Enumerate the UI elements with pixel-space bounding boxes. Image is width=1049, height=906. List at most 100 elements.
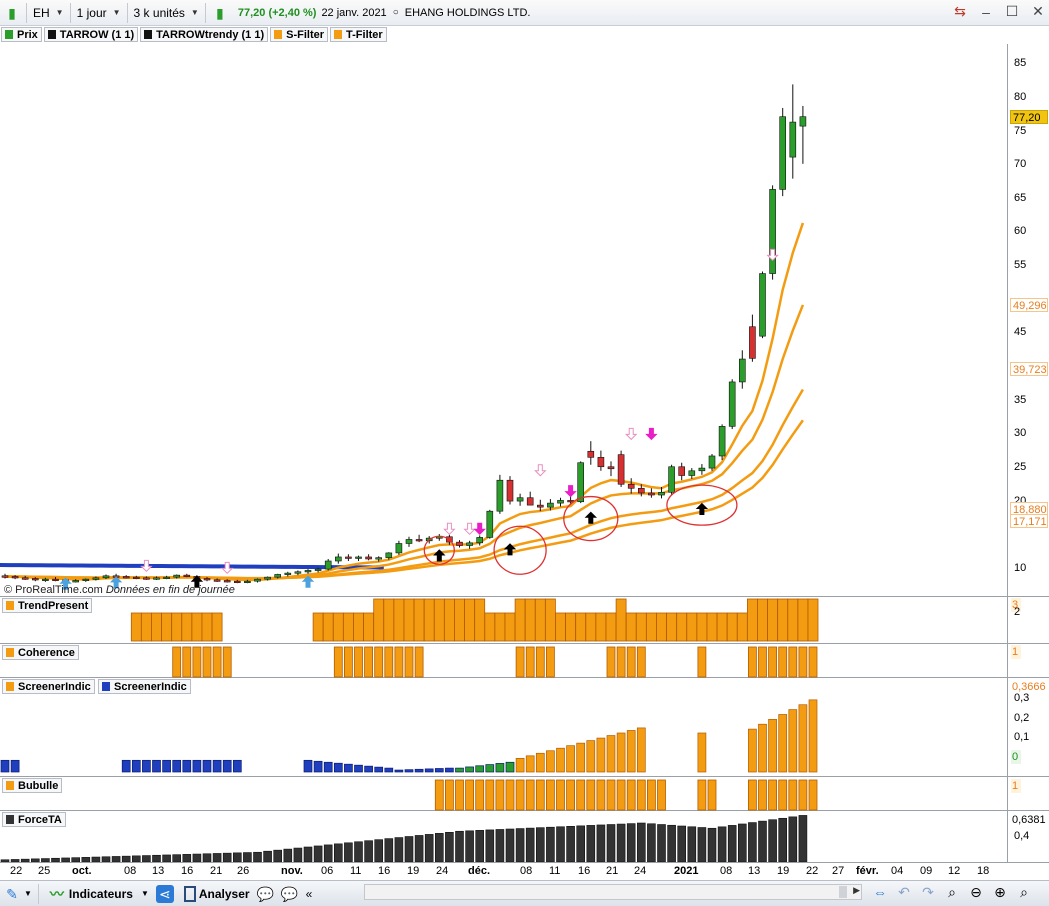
time-tick: 08 bbox=[124, 865, 137, 877]
fit-icon[interactable]: ⇔ bbox=[871, 883, 889, 901]
trendpresent-bar bbox=[140, 612, 152, 642]
forceta-bar bbox=[51, 857, 60, 862]
screener-bar bbox=[525, 755, 535, 773]
window-controls: ⇆ – ☐ ✕ bbox=[953, 3, 1045, 20]
analyse-button[interactable]: Analyser bbox=[177, 883, 254, 905]
forceta-bar bbox=[192, 853, 202, 862]
candle-body bbox=[355, 556, 362, 559]
screener-bar bbox=[586, 740, 596, 773]
price-chart-svg[interactable] bbox=[0, 44, 1007, 596]
scroll-right-icon[interactable]: ▶ bbox=[853, 885, 860, 896]
screener-bar bbox=[222, 759, 232, 773]
chat2-icon[interactable]: 💬 bbox=[281, 885, 299, 903]
symbol-dropdown[interactable]: EH ▼ bbox=[29, 3, 68, 23]
share-icon[interactable]: ⋖ bbox=[155, 884, 174, 903]
chevron-down-icon[interactable]: ▼ bbox=[24, 889, 32, 898]
down-arrow-icon bbox=[443, 522, 456, 536]
redo-icon[interactable]: ↷ bbox=[919, 883, 937, 901]
candle-body bbox=[587, 450, 595, 458]
time-tick: 19 bbox=[777, 865, 790, 877]
indicator-label-coherence[interactable]: Coherence bbox=[2, 645, 79, 660]
scroll-left-icon[interactable]: « bbox=[306, 887, 313, 901]
legend-item[interactable]: S-Filter bbox=[270, 27, 329, 42]
chevron-down-icon[interactable]: ▼ bbox=[141, 889, 149, 898]
zoom-area-icon[interactable]: ⌕ bbox=[943, 883, 961, 901]
bubulle-bar bbox=[596, 779, 606, 811]
zoom-out-icon[interactable]: ⊖ bbox=[967, 883, 985, 901]
indicator-label-forceta[interactable]: ForceTA bbox=[2, 812, 66, 827]
candle-body bbox=[536, 504, 544, 508]
zoom-in-icon[interactable]: ⊕ bbox=[991, 883, 1009, 901]
candle-body bbox=[314, 568, 322, 571]
legend-swatch bbox=[274, 30, 283, 39]
coherence-bar bbox=[636, 646, 646, 678]
legend-item[interactable]: TARROWtrendy (1 1) bbox=[140, 27, 269, 42]
forceta-bar bbox=[535, 827, 545, 862]
indicator-label-screenerindic[interactable]: ScreenerIndic bbox=[2, 679, 95, 694]
screener-bar bbox=[384, 767, 394, 773]
price-tick: 25 bbox=[1014, 461, 1027, 474]
coherence-bar bbox=[414, 646, 424, 678]
bubulle-bar bbox=[475, 779, 485, 811]
chat-icon[interactable]: 💬 bbox=[257, 885, 275, 903]
candle-body bbox=[496, 479, 504, 512]
chart-legend: Prix TARROW (1 1) TARROWtrendy (1 1) S-Filt… bbox=[0, 27, 387, 43]
indicator-name: ScreenerIndic bbox=[18, 680, 91, 693]
indicator-label-bubulle[interactable]: Bubulle bbox=[2, 778, 63, 793]
screener-bar bbox=[495, 763, 505, 773]
scroll-thumb[interactable] bbox=[839, 886, 847, 898]
bubulle-bar bbox=[576, 779, 586, 811]
forceta-bar bbox=[344, 842, 353, 862]
legend-item[interactable]: TARROW (1 1) bbox=[43, 27, 139, 42]
price-chart[interactable] bbox=[0, 44, 1007, 596]
bubulle-bar bbox=[556, 779, 565, 811]
forceta-bar bbox=[142, 855, 151, 862]
legend-item[interactable]: T-Filter bbox=[330, 27, 387, 42]
chevron-down-icon: ▼ bbox=[190, 8, 199, 17]
candle-body bbox=[173, 574, 180, 578]
candle-body bbox=[203, 578, 211, 581]
timeframe-dropdown[interactable]: 1 jour ▼ bbox=[73, 3, 125, 23]
legend-label: TARROW (1 1) bbox=[59, 28, 135, 41]
candle-body bbox=[405, 539, 413, 544]
forceta-bar bbox=[303, 846, 313, 862]
draw-pencil-icon[interactable]: ✎ bbox=[3, 885, 21, 903]
sync-icon[interactable]: ⇆ bbox=[953, 3, 967, 20]
indicator-chart-icon: 〰 bbox=[49, 885, 64, 902]
coherence-bar bbox=[384, 646, 394, 678]
bubulle-bar bbox=[606, 779, 616, 811]
maximize-icon[interactable]: ☐ bbox=[1005, 3, 1019, 20]
price-tag: 49,296 bbox=[1010, 297, 1048, 312]
company-name: EHANG HOLDINGS LTD. bbox=[404, 6, 531, 19]
chart-style-icon[interactable]: ▮ bbox=[211, 4, 229, 22]
units-dropdown[interactable]: 3 k unités ▼ bbox=[130, 3, 203, 23]
indicator-label-trendpresent[interactable]: TrendPresent bbox=[2, 598, 93, 613]
undo-icon[interactable]: ↶ bbox=[895, 883, 913, 901]
candle-body bbox=[466, 542, 473, 546]
indicators-button[interactable]: 〰 Indicateurs bbox=[41, 883, 137, 905]
coherence-bar bbox=[374, 646, 384, 678]
indicator-label-screenerindic-2[interactable]: ScreenerIndic bbox=[98, 679, 191, 694]
forceta-bar bbox=[566, 826, 575, 862]
indicator-panels[interactable] bbox=[0, 596, 1007, 862]
forceta-bar bbox=[677, 825, 687, 862]
screener-bar bbox=[354, 764, 363, 773]
time-tick: 06 bbox=[321, 865, 334, 877]
minimize-icon[interactable]: – bbox=[979, 4, 993, 20]
analyse-label: Analyser bbox=[198, 886, 250, 901]
screener-tick: 0,3 bbox=[1014, 692, 1030, 704]
price-tick: 10 bbox=[1014, 562, 1027, 575]
trendpresent-bar bbox=[625, 612, 637, 642]
zoom-reset-icon[interactable]: ⌕ bbox=[1015, 883, 1033, 901]
candlestick-icon[interactable]: ▮ bbox=[3, 4, 21, 22]
horizontal-scrollbar[interactable]: ▶ bbox=[364, 884, 862, 900]
screener-bar bbox=[212, 759, 222, 773]
legend-item[interactable]: Prix bbox=[1, 27, 42, 42]
candle-body bbox=[617, 454, 625, 485]
watermark-note: Données en fin de journée bbox=[105, 584, 235, 596]
screener-bar bbox=[313, 760, 323, 773]
bubulle-bar bbox=[495, 779, 505, 811]
trendpresent-bar bbox=[373, 598, 385, 642]
forceta-bar bbox=[647, 823, 656, 862]
close-icon[interactable]: ✕ bbox=[1031, 3, 1045, 20]
